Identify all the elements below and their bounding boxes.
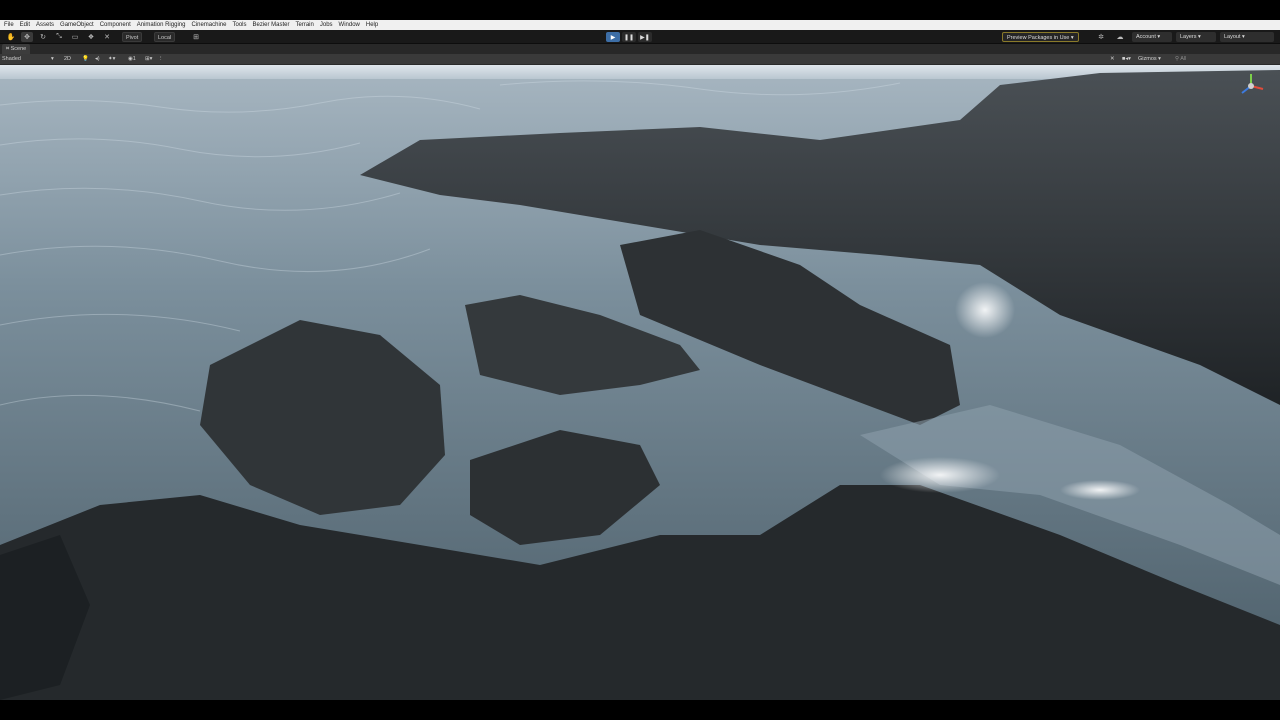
hidden-objects-icon[interactable]: ◉1	[128, 55, 136, 64]
scale-tool-icon[interactable]: ⤡	[53, 32, 65, 42]
menu-terrain[interactable]: Terrain	[296, 20, 314, 30]
camera-icon[interactable]: ■◂▾	[1122, 55, 1131, 64]
collab-icon[interactable]: ✲	[1095, 32, 1107, 42]
coastal-rocks-render	[0, 65, 1280, 700]
grid-snap-icon[interactable]: ⊞	[190, 32, 202, 42]
menu-component[interactable]: Component	[100, 20, 131, 30]
pivot-label: Pivot	[126, 35, 139, 41]
sun-glint-right	[1060, 480, 1140, 500]
menu-bar: File Edit Assets GameObject Component An…	[0, 20, 1280, 30]
hand-tool-icon[interactable]: ✋	[5, 32, 17, 42]
gizmos-dropdown[interactable]: Gizmos ▾	[1138, 55, 1161, 64]
scene-viewport[interactable]	[0, 65, 1280, 700]
account-dropdown[interactable]: Account ▾	[1132, 32, 1172, 42]
menu-tools[interactable]: Tools	[232, 20, 246, 30]
scene-search-placeholder: All	[1180, 56, 1187, 62]
toggle-2d-button[interactable]: 2D	[64, 55, 71, 64]
transform-tool-icon[interactable]: ❖	[85, 32, 97, 42]
menu-gameobject[interactable]: GameObject	[60, 20, 94, 30]
scene-view-toolbar: Shaded ▾ 2D 💡 ◂) ✦▾ ◉1 ⊞▾ ⋮ ✕ ■◂▾ Gizmos …	[0, 54, 1280, 65]
menu-window[interactable]: Window	[339, 20, 360, 30]
cloud-icon[interactable]: ☁	[1114, 32, 1126, 42]
menu-assets[interactable]: Assets	[36, 20, 54, 30]
menu-edit[interactable]: Edit	[20, 20, 30, 30]
scene-orientation-gizmo[interactable]	[1236, 71, 1266, 101]
rotate-tool-icon[interactable]: ↻	[37, 32, 49, 42]
audio-icon[interactable]: ◂)	[95, 55, 100, 64]
sun-glint	[955, 282, 1015, 338]
menu-jobs[interactable]: Jobs	[320, 20, 333, 30]
shading-mode-label: Shaded	[2, 56, 21, 62]
step-button[interactable]: ▶❚	[638, 32, 652, 42]
grid-toggle-icon[interactable]: ⊞▾	[145, 55, 152, 64]
preview-packages-dropdown[interactable]: Preview Packages in Use ▾	[1002, 32, 1079, 42]
layers-label: Layers	[1180, 34, 1197, 40]
menu-bezier-master[interactable]: Bezier Master	[253, 20, 290, 30]
scene-tab-label: Scene	[10, 46, 27, 52]
pause-button[interactable]: ❚❚	[622, 32, 636, 42]
scene-search-input[interactable]: ⚲ All	[1175, 55, 1186, 64]
custom-tool-icon[interactable]: ✕	[101, 32, 113, 42]
scene-tab-bar: ⌗ Scene	[0, 44, 1280, 54]
lighting-icon[interactable]: 💡	[82, 55, 89, 64]
sun-glint-lower	[880, 457, 1000, 493]
tools-icon[interactable]: ✕	[1110, 55, 1115, 64]
letterbox-top	[0, 0, 1280, 20]
local-label: Local	[158, 35, 172, 41]
layers-dropdown[interactable]: Layers ▾	[1176, 32, 1216, 42]
pivot-toggle[interactable]: Pivot	[122, 32, 143, 42]
overflow-menu-icon[interactable]: ⋮	[158, 55, 164, 64]
play-button[interactable]: ▶	[606, 32, 620, 42]
account-label: Account	[1136, 34, 1156, 40]
shading-mode-dropdown[interactable]: Shaded ▾	[2, 55, 54, 64]
tab-scene[interactable]: ⌗ Scene	[2, 44, 31, 54]
rect-tool-icon[interactable]: ▭	[69, 32, 81, 42]
main-toolbar: ✋ ✥ ↻ ⤡ ▭ ❖ ✕ Pivot Local ⊞ ▶ ❚❚ ▶❚ Prev…	[0, 30, 1280, 44]
menu-cinemachine[interactable]: Cinemachine	[191, 20, 226, 30]
move-tool-icon[interactable]: ✥	[21, 32, 33, 42]
letterbox-bottom	[0, 700, 1280, 720]
layout-label: Layout	[1224, 34, 1241, 40]
gizmos-label: Gizmos	[1138, 56, 1157, 62]
gizmo-center	[1248, 83, 1254, 89]
menu-help[interactable]: Help	[366, 20, 378, 30]
layout-dropdown[interactable]: Layout ▾	[1220, 32, 1274, 42]
local-toggle[interactable]: Local	[154, 32, 176, 42]
menu-animation-rigging[interactable]: Animation Rigging	[137, 20, 186, 30]
effects-icon[interactable]: ✦▾	[108, 55, 115, 64]
menu-file[interactable]: File	[4, 20, 14, 30]
